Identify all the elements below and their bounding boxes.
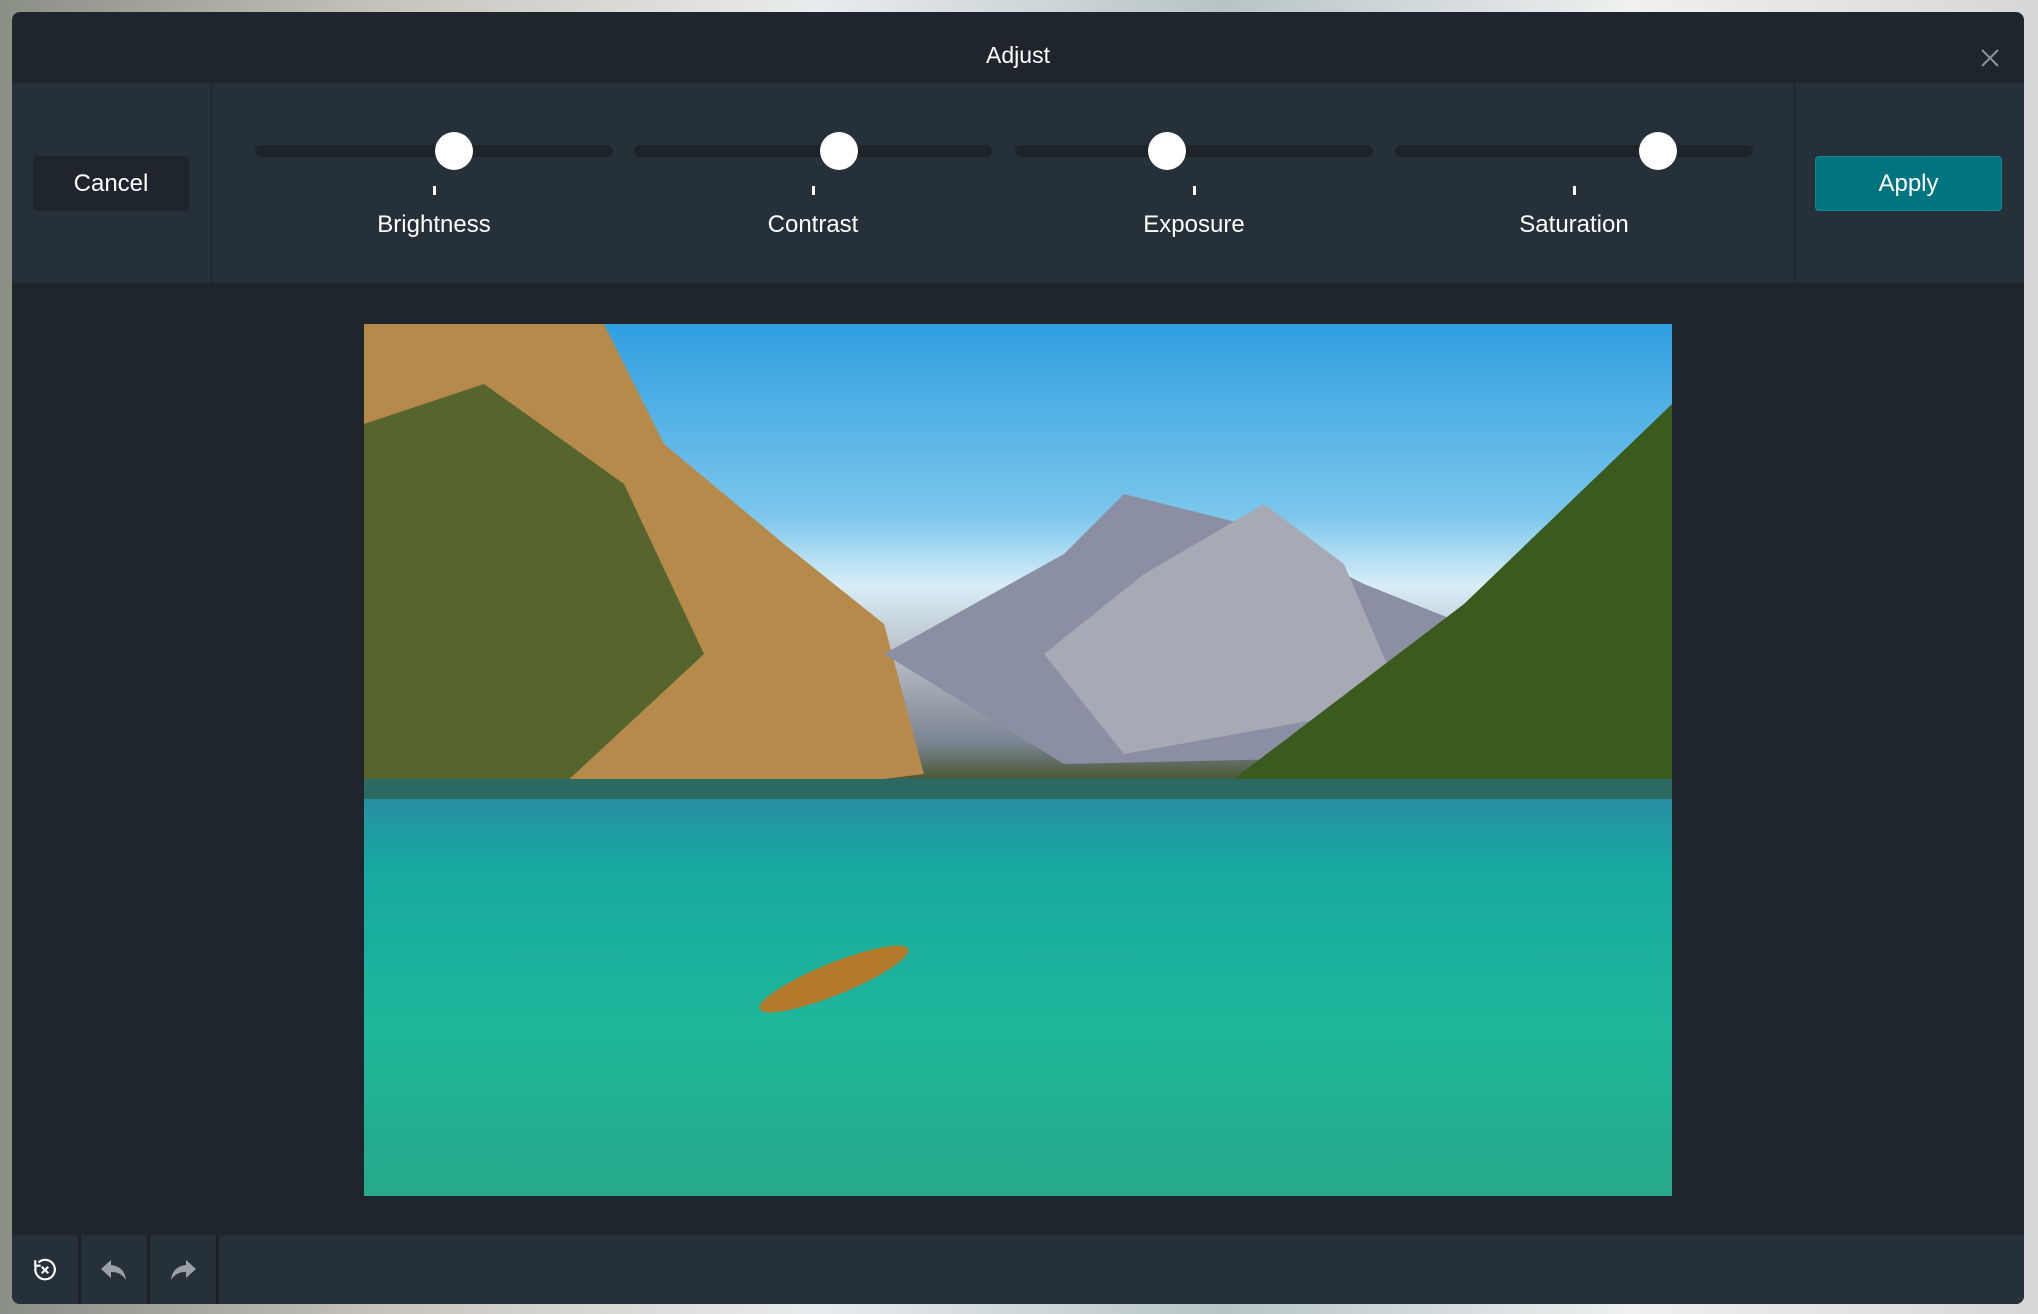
redo-icon: [171, 1259, 196, 1280]
slider-exposure[interactable]: Exposure: [1015, 83, 1373, 283]
slider-label: Contrast: [767, 211, 859, 238]
cancel-panel: Cancel: [12, 83, 212, 283]
cancel-button[interactable]: Cancel: [33, 156, 189, 211]
undo-button[interactable]: [81, 1235, 150, 1304]
dialog-title: Adjust: [986, 42, 1050, 68]
slider-track[interactable]: [1015, 145, 1373, 157]
slider-label: Saturation: [1519, 211, 1629, 238]
slider-track[interactable]: [634, 145, 992, 157]
slider-thumb[interactable]: [819, 132, 858, 170]
reset-button[interactable]: [12, 1235, 81, 1304]
slider-contrast[interactable]: Contrast: [634, 83, 992, 283]
bottom-toolbar: [12, 1235, 2024, 1304]
reset-icon: [34, 1258, 56, 1280]
slider-thumb[interactable]: [1148, 132, 1187, 170]
slider-center-tick: [433, 186, 436, 195]
adjust-controls: Cancel Brightness Contrast Exposure Satu…: [12, 83, 2024, 283]
apply-panel: Apply: [1794, 83, 2024, 283]
slider-center-tick: [812, 186, 815, 195]
dialog-header: Adjust: [12, 12, 2024, 83]
slider-track[interactable]: [255, 145, 613, 157]
slider-center-tick: [1193, 186, 1196, 195]
adjust-dialog: Adjust Cancel Brightness Contrast Exposu…: [12, 12, 2024, 1304]
apply-button[interactable]: Apply: [1815, 156, 2002, 211]
close-icon[interactable]: [1978, 46, 2002, 70]
photo-preview: [364, 324, 1672, 1196]
slider-thumb[interactable]: [1639, 132, 1678, 170]
slider-center-tick: [1573, 186, 1576, 195]
redo-button[interactable]: [150, 1235, 219, 1304]
slider-label: Brightness: [377, 211, 491, 238]
slider-saturation[interactable]: Saturation: [1395, 83, 1753, 283]
image-canvas: [12, 283, 2024, 1235]
slider-thumb[interactable]: [435, 132, 474, 170]
slider-label: Exposure: [1143, 211, 1245, 238]
undo-icon: [101, 1259, 126, 1280]
slider-brightness[interactable]: Brightness: [255, 83, 613, 283]
slider-track[interactable]: [1395, 145, 1753, 157]
